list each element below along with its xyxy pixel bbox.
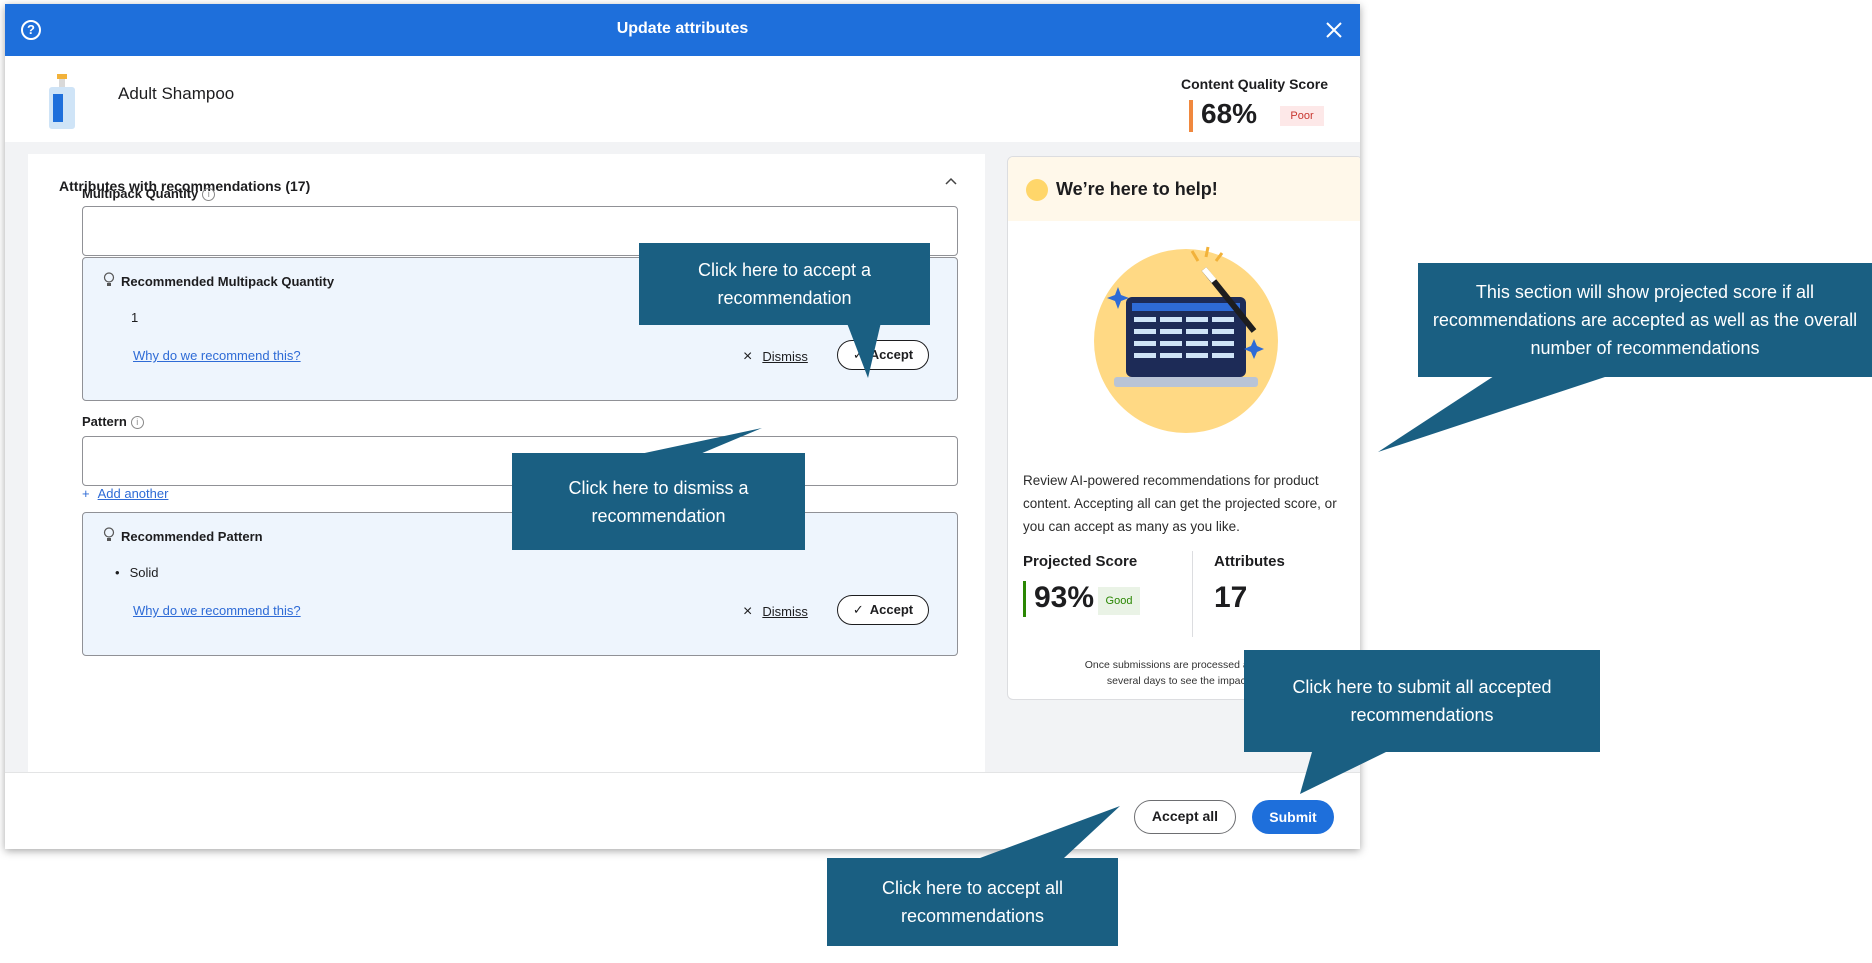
content-quality-score-label: Content Quality Score — [1180, 76, 1328, 92]
dismiss-label: Dismiss — [762, 349, 808, 364]
recommended-value: 1 — [131, 310, 139, 325]
add-another-link[interactable]: + Add another — [82, 486, 168, 501]
product-header: Adult Shampoo Content Quality Score 68% … — [5, 56, 1360, 142]
field-label-text: Multipack Quantity — [82, 186, 199, 201]
callout-projected-score: This section will show projected score i… — [1418, 263, 1872, 377]
info-icon[interactable]: i — [202, 188, 216, 202]
pattern-label: Pattern i — [82, 414, 144, 430]
chevron-up-icon[interactable] — [943, 174, 959, 190]
check-icon: ✓ — [852, 602, 864, 617]
score-rating-badge: Poor — [1280, 106, 1324, 126]
projected-score-bar — [1023, 581, 1026, 617]
submit-button[interactable]: Submit — [1252, 800, 1334, 834]
dismiss-button[interactable]: × Dismiss — [743, 348, 808, 366]
update-attributes-modal: ? Update attributes Adult Shampoo Conten… — [5, 4, 1360, 849]
lightbulb-icon — [103, 272, 115, 286]
modal-footer: Accept all Submit — [5, 772, 1360, 849]
recommendation-title: Recommended Pattern — [121, 529, 263, 544]
lightbulb-icon — [1026, 179, 1048, 201]
accept-label: Accept — [869, 602, 914, 617]
plus-icon: + — [82, 486, 90, 501]
modal-title: Update attributes — [616, 20, 749, 37]
close-icon[interactable] — [1322, 18, 1346, 42]
info-icon[interactable]: i — [130, 416, 144, 430]
add-another-label: Add another — [97, 486, 169, 501]
lightbulb-icon — [103, 527, 115, 541]
why-recommend-link[interactable]: Why do we recommend this? — [133, 603, 301, 618]
dismiss-label: Dismiss — [762, 604, 808, 619]
projected-score-label: Projected Score — [1023, 553, 1138, 570]
dismiss-button[interactable]: × Dismiss — [743, 603, 808, 621]
close-icon: × — [743, 348, 753, 365]
why-recommend-link[interactable]: Why do we recommend this? — [133, 348, 301, 363]
help-panel-header: We’re here to help! — [1008, 157, 1360, 221]
modal-header: ? Update attributes — [5, 4, 1360, 56]
callout-accept-all: Click here to accept all recommendations — [827, 858, 1118, 946]
divider — [1192, 551, 1193, 637]
help-title: We’re here to help! — [1056, 179, 1218, 199]
accept-all-button[interactable]: Accept all — [1134, 800, 1236, 834]
field-label-text: Pattern — [82, 414, 127, 429]
callout-accept: Click here to accept a recommendation — [639, 243, 930, 325]
ai-laptop-illustration — [1094, 246, 1278, 433]
projected-rating-badge: Good — [1098, 587, 1140, 615]
help-panel: We’re here to help! Review AI-powered re… — [1007, 156, 1360, 700]
attributes-count-label: Attributes — [1214, 553, 1285, 570]
accept-button[interactable]: ✓ Accept — [837, 340, 929, 370]
product-name: Adult Shampoo — [118, 84, 235, 103]
callout-dismiss: Click here to dismiss a recommendation — [512, 453, 805, 550]
check-icon: ✓ — [852, 347, 864, 362]
multipack-quantity-label: Multipack Quantity i — [82, 186, 216, 202]
score-indicator-bar — [1189, 100, 1193, 132]
recommendation-title: Recommended Multipack Quantity — [121, 274, 335, 289]
callout-submit: Click here to submit all accepted recomm… — [1244, 650, 1600, 752]
attributes-count-value: 17 — [1214, 581, 1248, 614]
accept-label: Accept — [869, 347, 914, 362]
close-icon: × — [743, 603, 753, 620]
projected-score-value: 93% — [1034, 581, 1095, 614]
shampoo-bottle-icon — [49, 74, 75, 129]
help-description: Review AI-powered recommendations for pr… — [1023, 473, 1337, 534]
recommended-value: Solid — [115, 565, 159, 580]
content-quality-score-value: 68% — [1201, 98, 1258, 129]
accept-button[interactable]: ✓ Accept — [837, 595, 929, 625]
pointer-projected — [1378, 376, 1608, 452]
